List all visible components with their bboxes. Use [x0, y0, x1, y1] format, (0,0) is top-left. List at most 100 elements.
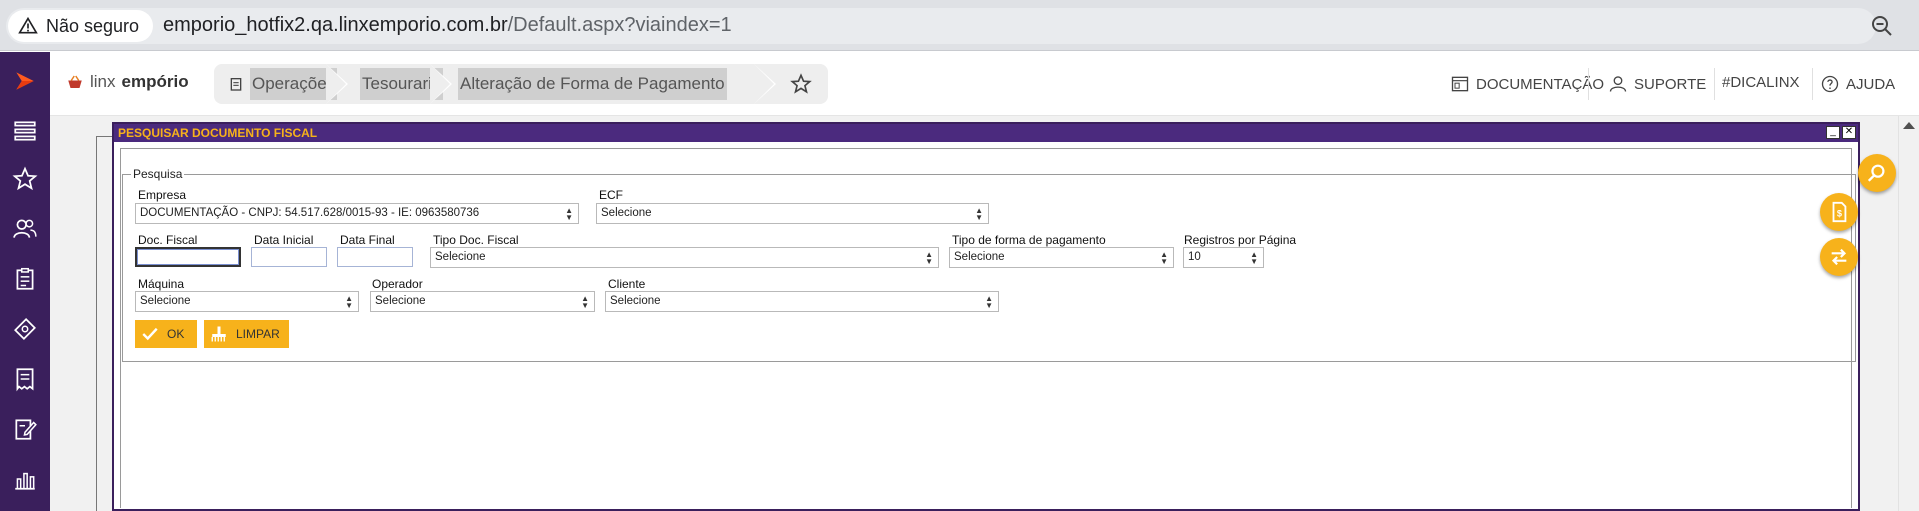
dicalinx-label: #DICALINX: [1722, 74, 1800, 91]
cliente-select[interactable]: Selecione ▲ ▼: [605, 291, 999, 312]
clipboard-icon[interactable]: [12, 266, 38, 292]
header-divider: [1714, 68, 1715, 100]
doc-fiscal-input[interactable]: [135, 247, 241, 267]
search-icon: [1867, 164, 1885, 182]
star-icon[interactable]: [12, 166, 38, 192]
ecf-label: ECF: [599, 188, 623, 202]
logo-bold-text: empório: [121, 72, 189, 91]
document-money-fab[interactable]: $: [1820, 193, 1858, 231]
minimize-button[interactable]: _: [1826, 126, 1840, 139]
breadcrumb-separator: [326, 64, 348, 104]
money-icon[interactable]: [12, 316, 38, 342]
breadcrumb-separator: [430, 64, 452, 104]
operador-select[interactable]: Selecione ▲ ▼: [370, 291, 595, 312]
breadcrumb-label: Operações: [250, 68, 338, 100]
app-header: linx empório Operações Tesouraria Altera…: [50, 52, 1919, 116]
scroll-up-arrow[interactable]: [1903, 122, 1915, 129]
swap-arrows-icon: [1831, 248, 1847, 266]
breadcrumb-item-operacoes[interactable]: Operações: [228, 64, 338, 104]
documentacao-label: DOCUMENTAÇÃO: [1476, 75, 1605, 93]
pesquisa-legend: Pesquisa: [131, 167, 185, 181]
document-icon: [1451, 76, 1469, 92]
header-divider: [1812, 68, 1813, 100]
basket-icon: [68, 75, 82, 88]
ecf-select[interactable]: Selecione ▲ ▼: [596, 203, 989, 224]
empresa-label: Empresa: [138, 188, 187, 202]
header-divider: [1588, 68, 1589, 100]
breadcrumb-label: Alteração de Forma de Pagamento: [458, 68, 727, 100]
updown-arrow-icon: ▲ ▼: [975, 206, 983, 222]
users-icon[interactable]: [12, 216, 38, 242]
user-icon: [1609, 76, 1627, 92]
empresa-select[interactable]: DOCUMENTAÇÃO - CNPJ: 54.517.628/0015-93 …: [135, 203, 579, 224]
side-rail: [0, 52, 50, 511]
data-final-label: Data Final: [340, 233, 395, 247]
url-path: /Default.aspx?viaindex=1: [507, 14, 732, 36]
linx-emporio-logo[interactable]: linx empório: [66, 72, 189, 92]
edit-document-icon[interactable]: [12, 416, 38, 442]
registros-por-pagina-value: 10: [1188, 251, 1201, 263]
svg-text:$: $: [1837, 209, 1842, 219]
ok-label: OK: [167, 327, 185, 341]
tipo-forma-pagamento-value: Selecione: [954, 251, 1005, 263]
cliente-value: Selecione: [610, 295, 661, 307]
ajuda-link[interactable]: AJUDA: [1820, 74, 1895, 94]
page-scrollbar[interactable]: [1898, 116, 1919, 511]
maquina-label: Máquina: [138, 277, 185, 291]
menu-list-icon[interactable]: [12, 118, 38, 144]
tipo-doc-fiscal-select[interactable]: Selecione ▲ ▼: [430, 247, 939, 268]
tipo-doc-fiscal-label: Tipo Doc. Fiscal: [433, 233, 519, 247]
updown-arrow-icon: ▲ ▼: [1160, 250, 1168, 266]
clipboard-icon: [230, 78, 242, 91]
updown-arrow-icon: ▲ ▼: [345, 294, 353, 310]
operador-value: Selecione: [375, 295, 426, 307]
dicalinx-link[interactable]: #DICALINX: [1722, 74, 1800, 91]
close-button[interactable]: ✕: [1842, 126, 1856, 139]
check-icon: [142, 327, 158, 341]
ok-button[interactable]: OK: [135, 320, 197, 348]
tipo-doc-fiscal-value: Selecione: [435, 251, 486, 263]
operador-label: Operador: [372, 277, 423, 291]
security-chip[interactable]: Não seguro: [8, 10, 154, 42]
search-fab[interactable]: [1858, 154, 1896, 192]
data-final-input[interactable]: [337, 247, 413, 267]
updown-arrow-icon: ▲ ▼: [565, 206, 573, 222]
receipt-icon[interactable]: [12, 366, 38, 392]
breadcrumb-separator: [754, 64, 776, 104]
updown-arrow-icon: ▲ ▼: [985, 294, 993, 310]
bar-chart-icon[interactable]: [12, 466, 38, 492]
url-host: emporio_hotfix2.qa.linxemporio.com.br: [163, 14, 508, 36]
registros-por-pagina-select[interactable]: 10 ▲ ▼: [1183, 247, 1264, 268]
background-panel-edge: [96, 136, 112, 511]
documentacao-link[interactable]: DOCUMENTAÇÃO: [1450, 74, 1604, 94]
ecf-value: Selecione: [601, 207, 652, 219]
document-money-icon: $: [1832, 201, 1847, 223]
maquina-select[interactable]: Selecione ▲ ▼: [135, 291, 359, 312]
maquina-value: Selecione: [140, 295, 191, 307]
logo-light-text: linx: [90, 72, 116, 91]
favorite-star-icon[interactable]: [790, 73, 812, 95]
zoom-out-icon[interactable]: [1870, 14, 1894, 38]
dialog-title: PESQUISAR DOCUMENTO FISCAL: [114, 124, 1858, 142]
warning-icon: [18, 16, 38, 34]
doc-fiscal-label: Doc. Fiscal: [138, 233, 198, 247]
breadcrumb: Operações Tesouraria Alteração de Forma …: [214, 64, 828, 104]
broom-icon: [211, 326, 226, 342]
data-inicial-label: Data Inicial: [254, 233, 314, 247]
data-inicial-input[interactable]: [251, 247, 327, 267]
updown-arrow-icon: ▲ ▼: [581, 294, 589, 310]
registros-por-pagina-label: Registros por Página: [1184, 233, 1297, 247]
breadcrumb-item-alteracao[interactable]: Alteração de Forma de Pagamento: [458, 64, 727, 104]
swap-fab[interactable]: [1820, 238, 1858, 276]
suporte-label: SUPORTE: [1634, 75, 1707, 93]
security-label: Não seguro: [46, 15, 140, 36]
tipo-forma-pagamento-label: Tipo de forma de pagamento: [952, 233, 1106, 247]
linx-logo-icon[interactable]: [12, 68, 38, 94]
tipo-forma-pagamento-select[interactable]: Selecione ▲ ▼: [949, 247, 1174, 268]
updown-arrow-icon: ▲ ▼: [925, 250, 933, 266]
limpar-button[interactable]: LIMPAR: [204, 320, 289, 348]
suporte-link[interactable]: SUPORTE: [1608, 74, 1706, 94]
empresa-value: DOCUMENTAÇÃO - CNPJ: 54.517.628/0015-93 …: [140, 207, 480, 219]
browser-address-bar: Não seguro emporio_hotfix2.qa.linxempori…: [0, 0, 1919, 51]
url-text[interactable]: emporio_hotfix2.qa.linxemporio.com.br/De…: [163, 14, 732, 37]
